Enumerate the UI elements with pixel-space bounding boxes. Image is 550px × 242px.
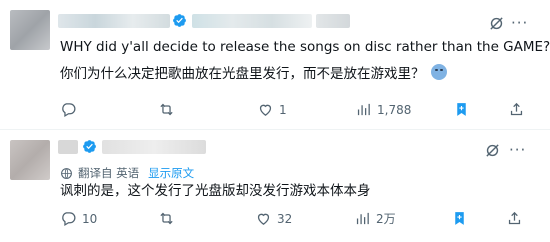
translated-from-label: 翻译自 英语 [78,166,140,180]
share-icon[interactable] [508,101,525,118]
repost-button[interactable] [158,210,180,227]
like-count: 1 [279,102,287,117]
timestamp-redacted[interactable] [316,14,350,28]
bookmark-icon[interactable] [451,210,468,227]
like-count: 32 [277,211,293,226]
views-button[interactable]: 2万 [354,210,396,227]
crying-emoji-icon [430,64,447,80]
tweet-2[interactable]: ··· 翻译自 英语 显示原文 讽刺的是，这个发行了光盘版却没发行游戏本体本身 … [0,131,550,242]
grok-icon[interactable] [488,15,505,32]
view-count: 2万 [376,211,396,226]
more-options-icon[interactable]: ··· [511,16,528,31]
like-button[interactable]: 1 [257,101,287,118]
handle-redacted[interactable] [192,14,312,28]
show-original-link[interactable]: 显示原文 [148,165,194,181]
display-name-redacted[interactable] [58,140,78,154]
more-options-icon[interactable]: ··· [509,143,526,158]
views-button[interactable]: 1,788 [355,101,411,118]
analytics-icon [356,212,369,225]
handle-redacted[interactable] [102,140,206,154]
bookmark-icon[interactable] [453,101,470,118]
reply-button[interactable]: 10 [60,210,97,227]
translation-notice: 翻译自 英语 显示原文 [60,165,194,181]
display-name-redacted[interactable] [58,14,170,28]
tweet-text: 讽刺的是，这个发行了光盘版却没发行游戏本体本身 [60,183,371,199]
reply-count: 10 [82,211,98,226]
tweet-text-line-2: 你们为什么决定把歌曲放在光盘里发行，而不是放在游戏里？ [60,64,447,83]
repost-icon [160,212,173,225]
globe-icon [61,167,72,179]
share-icon[interactable] [506,210,523,227]
repost-icon [160,103,173,116]
tweet-1[interactable]: ··· WHY did y'all decide to release the … [0,0,550,130]
reply-button[interactable] [60,101,82,118]
avatar[interactable] [10,140,50,180]
reply-icon [62,103,76,118]
view-count: 1,788 [377,102,412,117]
verified-badge-icon [83,140,96,153]
grok-icon[interactable] [484,142,501,159]
divider [0,129,550,130]
verified-badge-icon [173,14,186,27]
like-button[interactable]: 32 [255,210,292,227]
tweet-text-line-1: WHY did y'all decide to release the song… [60,39,550,55]
heart-icon [259,104,272,116]
analytics-icon [357,103,370,116]
repost-button[interactable] [158,101,180,118]
heart-icon [257,213,270,225]
reply-icon [62,212,76,227]
avatar[interactable] [10,10,50,50]
